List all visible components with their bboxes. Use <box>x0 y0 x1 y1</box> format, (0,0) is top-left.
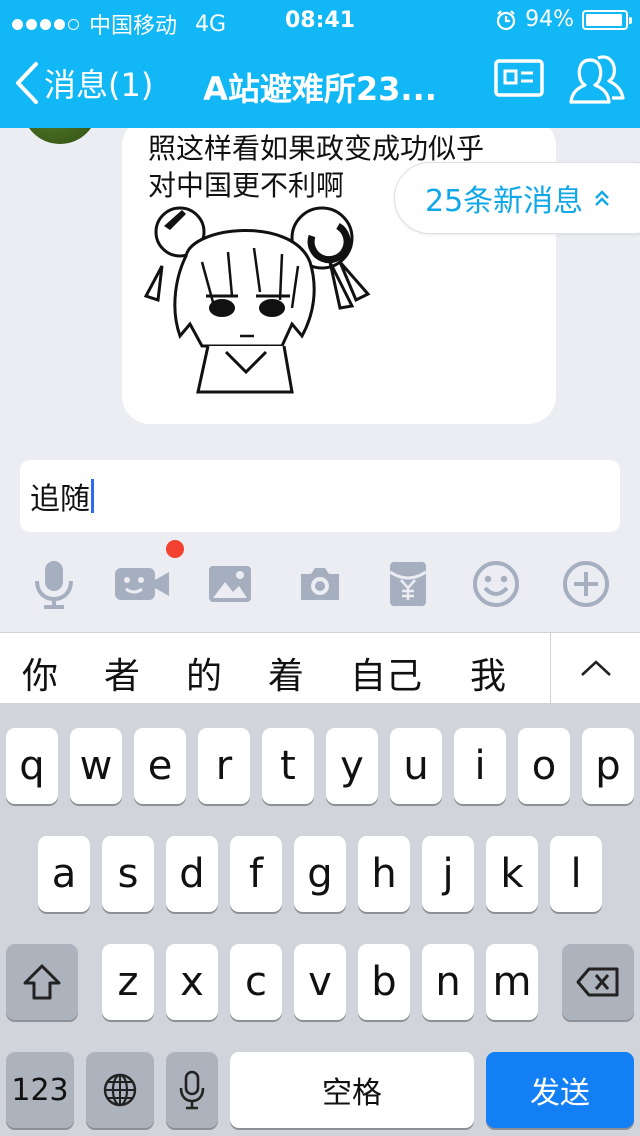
candidate-word[interactable]: 着 <box>268 647 304 699</box>
red-packet-button[interactable] <box>378 556 438 612</box>
backspace-icon <box>576 967 619 997</box>
emoji-icon <box>473 561 519 607</box>
space-key[interactable]: 空格 <box>230 1052 474 1128</box>
new-messages-label: 25条新消息 <box>425 184 584 219</box>
page-title: A站避难所23... <box>203 70 437 108</box>
globe-icon <box>103 1073 137 1107</box>
message-input-value: 追随 <box>30 482 90 517</box>
key-x[interactable]: x <box>166 944 218 1020</box>
input-bar: 追随 <box>0 446 640 632</box>
key-y[interactable]: y <box>326 728 378 804</box>
group-profile-button[interactable] <box>494 58 544 102</box>
anime-girl-sticker[interactable] <box>142 196 382 396</box>
key-n[interactable]: n <box>422 944 474 1020</box>
new-messages-button[interactable]: 25条新消息 <box>394 162 640 234</box>
red-packet-icon <box>389 562 427 606</box>
key-v[interactable]: v <box>294 944 346 1020</box>
key-p[interactable]: p <box>582 728 634 804</box>
key-a[interactable]: a <box>38 836 90 912</box>
candidate-word[interactable]: 的 <box>186 647 222 699</box>
key-i[interactable]: i <box>454 728 506 804</box>
navigation-bar: 消息(1) A站避难所23... <box>0 40 640 128</box>
key-b[interactable]: b <box>358 944 410 1020</box>
group-members-icon <box>569 55 625 104</box>
microphone-icon <box>35 561 73 609</box>
candidate-word[interactable]: 你 <box>22 647 58 699</box>
contact-card-icon <box>494 59 544 97</box>
key-u[interactable]: u <box>390 728 442 804</box>
candidate-word[interactable]: 我 <box>470 647 506 699</box>
key-k[interactable]: k <box>486 836 538 912</box>
image-button[interactable] <box>200 556 260 612</box>
key-z[interactable]: z <box>102 944 154 1020</box>
emoji-button[interactable] <box>466 556 526 612</box>
delete-key[interactable] <box>562 944 634 1020</box>
keyboard: q w e r t y u i o p a s d f g h j k l z … <box>0 704 640 1136</box>
dictation-key[interactable] <box>166 1052 218 1128</box>
key-o[interactable]: o <box>518 728 570 804</box>
camera-icon <box>301 568 339 600</box>
candidate-bar: 你 者 的 着 自己 我 <box>0 632 640 704</box>
key-h[interactable]: h <box>358 836 410 912</box>
key-d[interactable]: d <box>166 836 218 912</box>
more-button[interactable] <box>556 556 616 612</box>
key-e[interactable]: e <box>134 728 186 804</box>
notification-dot <box>166 540 184 558</box>
voice-button[interactable] <box>24 556 84 612</box>
key-t[interactable]: t <box>262 728 314 804</box>
chat-area[interactable]: 照这样看如果政变成功似乎 对中国更不利啊 25条新消息 <box>0 128 640 446</box>
key-j[interactable]: j <box>422 836 474 912</box>
image-icon <box>209 566 251 602</box>
key-f[interactable]: f <box>230 836 282 912</box>
key-g[interactable]: g <box>294 836 346 912</box>
camera-button[interactable] <box>290 556 350 612</box>
key-c[interactable]: c <box>230 944 282 1020</box>
expand-candidates-button[interactable] <box>550 633 640 703</box>
key-r[interactable]: r <box>198 728 250 804</box>
battery-percent: 94% <box>525 7 574 32</box>
send-key[interactable]: 发送 <box>486 1052 634 1128</box>
shift-icon <box>23 964 61 1000</box>
globe-key[interactable] <box>86 1052 154 1128</box>
battery-icon <box>582 9 632 30</box>
top-bar: 中国移动 4G 08:41 94% 消息(1) A站避难所23... <box>0 0 640 128</box>
avatar[interactable] <box>22 128 98 144</box>
video-call-button[interactable] <box>112 540 184 612</box>
text-caret <box>91 479 94 513</box>
microphone-icon <box>179 1070 205 1110</box>
key-s[interactable]: s <box>102 836 154 912</box>
video-call-icon <box>115 568 169 600</box>
input-toolbar <box>0 540 640 612</box>
key-m[interactable]: m <box>486 944 538 1020</box>
status-bar: 中国移动 4G 08:41 94% <box>0 0 640 40</box>
key-l[interactable]: l <box>550 836 602 912</box>
plus-icon <box>563 561 609 607</box>
shift-key[interactable] <box>6 944 78 1020</box>
message-input[interactable]: 追随 <box>20 460 620 532</box>
candidate-word[interactable]: 自己 <box>350 647 422 699</box>
group-members-button[interactable] <box>568 52 626 112</box>
key-q[interactable]: q <box>6 728 58 804</box>
double-chevron-up-icon <box>595 190 610 206</box>
alarm-icon <box>496 9 516 30</box>
chevron-up-icon <box>580 660 611 676</box>
candidate-word[interactable]: 者 <box>104 647 140 699</box>
numbers-key[interactable]: 123 <box>6 1052 74 1128</box>
key-w[interactable]: w <box>70 728 122 804</box>
